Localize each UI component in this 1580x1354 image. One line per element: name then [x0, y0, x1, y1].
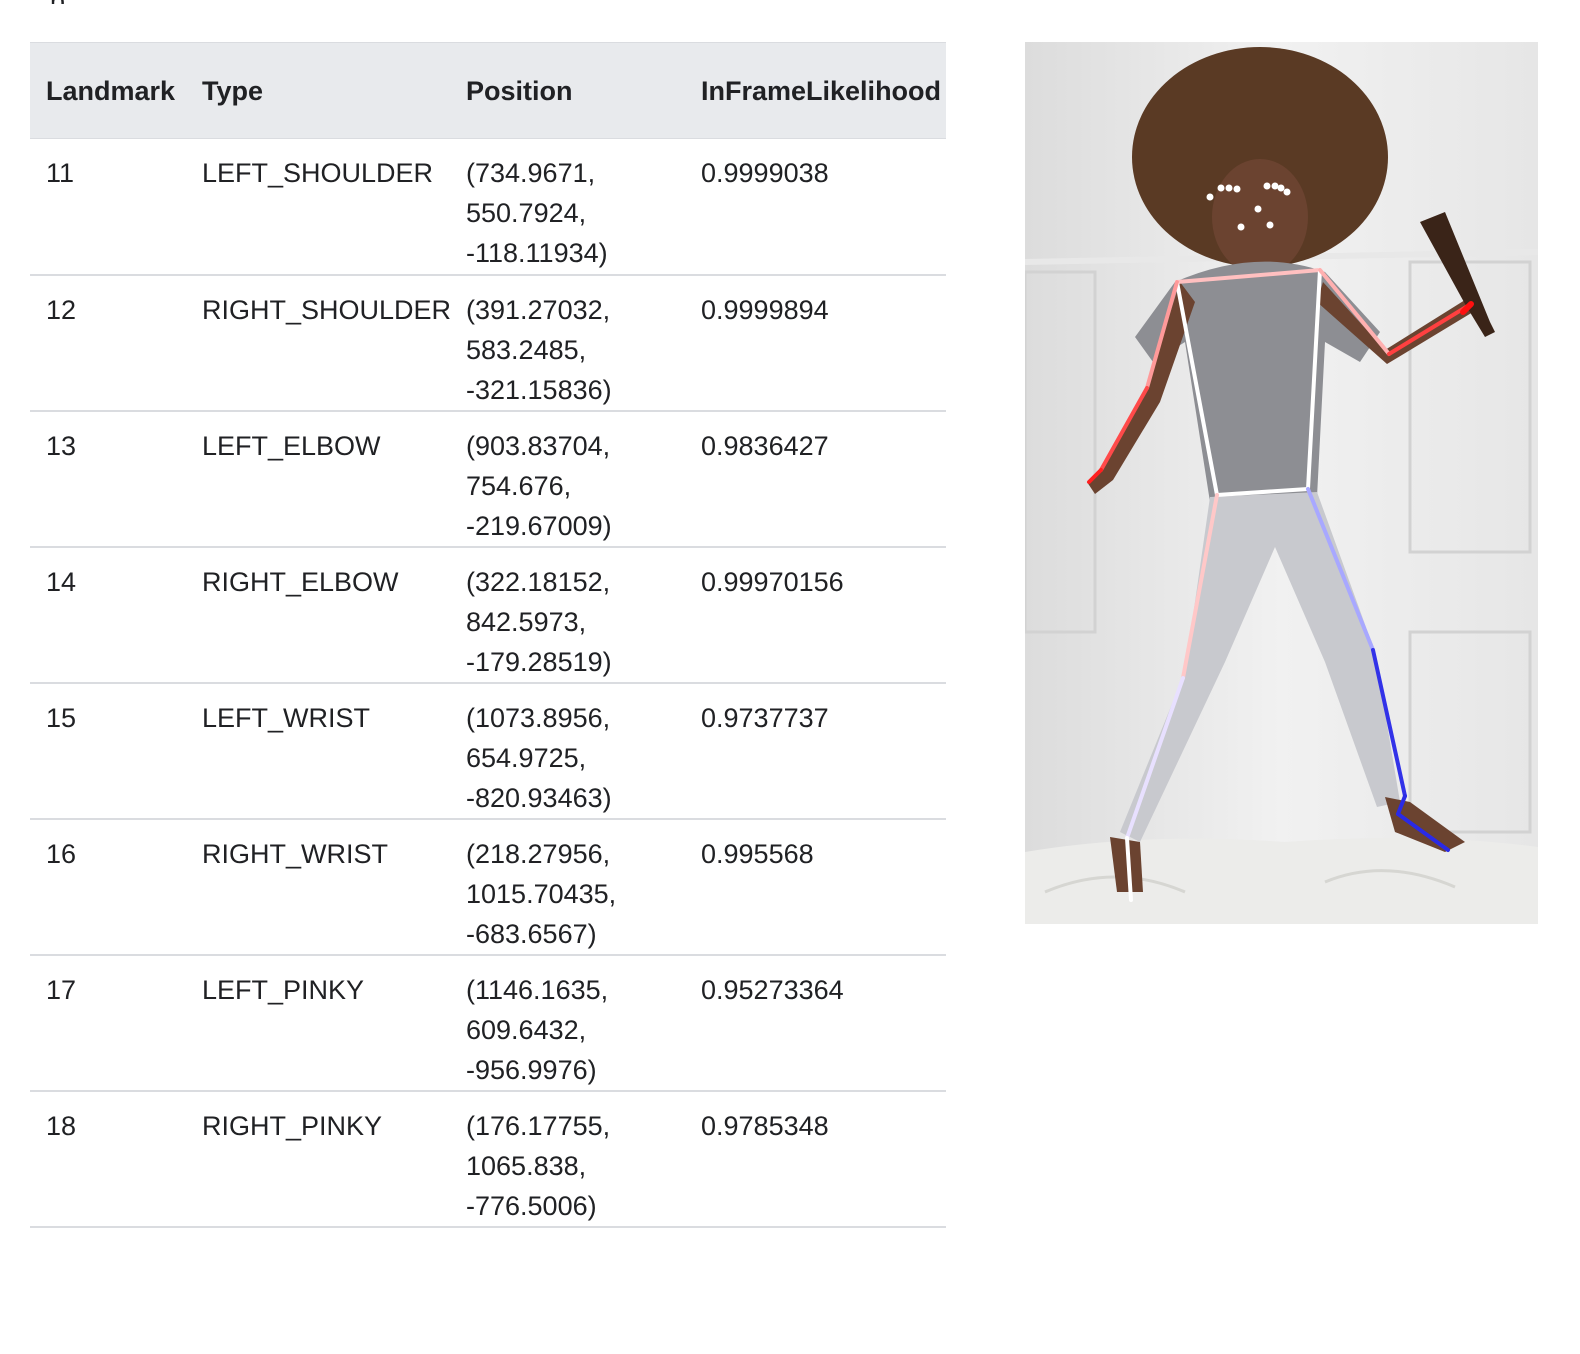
position-x: (1146.1635,: [466, 974, 609, 1005]
position-y: 609.6432,: [466, 1014, 587, 1045]
position-y: 550.7924,: [466, 198, 587, 228]
position-x: (322.18152,: [466, 566, 611, 597]
column-header-landmark: Landmark: [30, 42, 186, 139]
landmark-dot: [1237, 223, 1245, 231]
clipped-text-fragment: p: [50, 0, 80, 4]
position-cell: (903.83704, 754.676, -219.67009): [450, 410, 685, 548]
position-z: -956.9976): [466, 1054, 597, 1085]
position-x: (903.83704,: [466, 430, 611, 461]
type-cell: LEFT_WRIST: [186, 682, 450, 820]
position-y: 1065.838,: [466, 1150, 587, 1181]
position-y: 583.2485,: [466, 334, 587, 365]
landmark-cell: 15: [30, 682, 186, 820]
table-row: 12 RIGHT_SHOULDER (391.27032, 583.2485, …: [30, 274, 946, 412]
landmark-dot: [1266, 221, 1274, 229]
landmark-dot: [1277, 184, 1285, 192]
position-cell: (1073.8956, 654.9725, -820.93463): [450, 682, 685, 820]
position-cell: (176.17755, 1065.838, -776.5006): [450, 1090, 685, 1228]
face: [1212, 159, 1308, 275]
landmark-dot: [1206, 193, 1214, 201]
table-row: 18 RIGHT_PINKY (176.17755, 1065.838, -77…: [30, 1090, 946, 1228]
position-z: -820.93463): [466, 782, 612, 813]
position-z: -118.11934): [466, 238, 608, 268]
landmark-dot: [1233, 185, 1241, 193]
position-z: -321.15836): [466, 374, 612, 405]
type-cell: RIGHT_WRIST: [186, 818, 450, 956]
landmark-dot: [1254, 205, 1262, 213]
type-cell: RIGHT_ELBOW: [186, 546, 450, 684]
landmark-cell: 14: [30, 546, 186, 684]
bed-sheet: [1025, 838, 1538, 924]
column-header-position: Position: [450, 42, 685, 139]
position-cell: (391.27032, 583.2485, -321.15836): [450, 274, 685, 412]
position-z: -219.67009): [466, 510, 612, 541]
landmark-cell: 16: [30, 818, 186, 956]
position-x: (391.27032,: [466, 294, 611, 325]
table-row: 14 RIGHT_ELBOW (322.18152, 842.5973, -17…: [30, 546, 946, 684]
likelihood-cell: 0.9836427: [685, 410, 946, 548]
landmark-dot: [1263, 182, 1271, 190]
position-z: -776.5006): [466, 1190, 597, 1221]
column-header-type: Type: [186, 42, 450, 139]
likelihood-cell: 0.95273364: [685, 954, 946, 1092]
position-cell: (1146.1635, 609.6432, -956.9976): [450, 954, 685, 1092]
type-cell: RIGHT_SHOULDER: [186, 274, 451, 412]
landmark-cell: 13: [30, 410, 186, 548]
landmark-dot: [1283, 188, 1291, 196]
pose-skeleton-overlay: [1025, 42, 1538, 924]
table-header-row: Landmark Type Position InFrameLikelihood: [30, 42, 946, 139]
position-z: -683.6567): [466, 918, 597, 949]
position-x: (734.9671,: [466, 158, 596, 188]
position-y: 654.9725,: [466, 742, 587, 773]
type-cell: LEFT_SHOULDER: [186, 138, 450, 276]
landmark-cell: 12: [30, 274, 186, 412]
position-y: 1015.70435,: [466, 878, 617, 909]
position-x: (218.27956,: [466, 838, 611, 869]
landmark-cell: 11: [30, 138, 186, 276]
type-cell: RIGHT_PINKY: [186, 1090, 450, 1228]
likelihood-cell: 0.9785348: [685, 1090, 946, 1228]
position-cell: (734.9671, 550.7924, -118.11934): [450, 138, 685, 276]
landmark-dot: [1217, 184, 1225, 192]
landmark-dot: [1225, 184, 1233, 192]
position-y: 754.676,: [466, 470, 572, 501]
landmark-cell: 17: [30, 954, 186, 1092]
position-cell: (322.18152, 842.5973, -179.28519): [450, 546, 685, 684]
column-header-inframelikelihood: InFrameLikelihood: [685, 42, 946, 139]
position-y: 842.5973,: [466, 606, 587, 637]
type-cell: LEFT_ELBOW: [186, 410, 450, 548]
likelihood-cell: 0.99970156: [685, 546, 946, 684]
pose-landmarks-table: Landmark Type Position InFrameLikelihood…: [30, 42, 946, 1228]
position-z: -179.28519): [466, 646, 612, 677]
table-row: 13 LEFT_ELBOW (903.83704, 754.676, -219.…: [30, 410, 946, 548]
position-x: (1073.8956,: [466, 702, 611, 733]
table-row: 16 RIGHT_WRIST (218.27956, 1015.70435, -…: [30, 818, 946, 956]
likelihood-cell: 0.9999894: [685, 274, 946, 412]
table-row: 11 LEFT_SHOULDER (734.9671, 550.7924, -1…: [30, 138, 946, 276]
likelihood-cell: 0.9999038: [685, 138, 946, 276]
likelihood-cell: 0.995568: [685, 818, 946, 956]
likelihood-cell: 0.9737737: [685, 682, 946, 820]
table-row: 15 LEFT_WRIST (1073.8956, 654.9725, -820…: [30, 682, 946, 820]
position-x: (176.17755,: [466, 1110, 611, 1141]
landmark-dot: [1271, 182, 1279, 190]
table-row: 17 LEFT_PINKY (1146.1635, 609.6432, -956…: [30, 954, 946, 1092]
type-cell: LEFT_PINKY: [186, 954, 450, 1092]
pose-detection-photo: [1025, 42, 1538, 924]
position-cell: (218.27956, 1015.70435, -683.6567): [450, 818, 685, 956]
landmark-cell: 18: [30, 1090, 186, 1228]
